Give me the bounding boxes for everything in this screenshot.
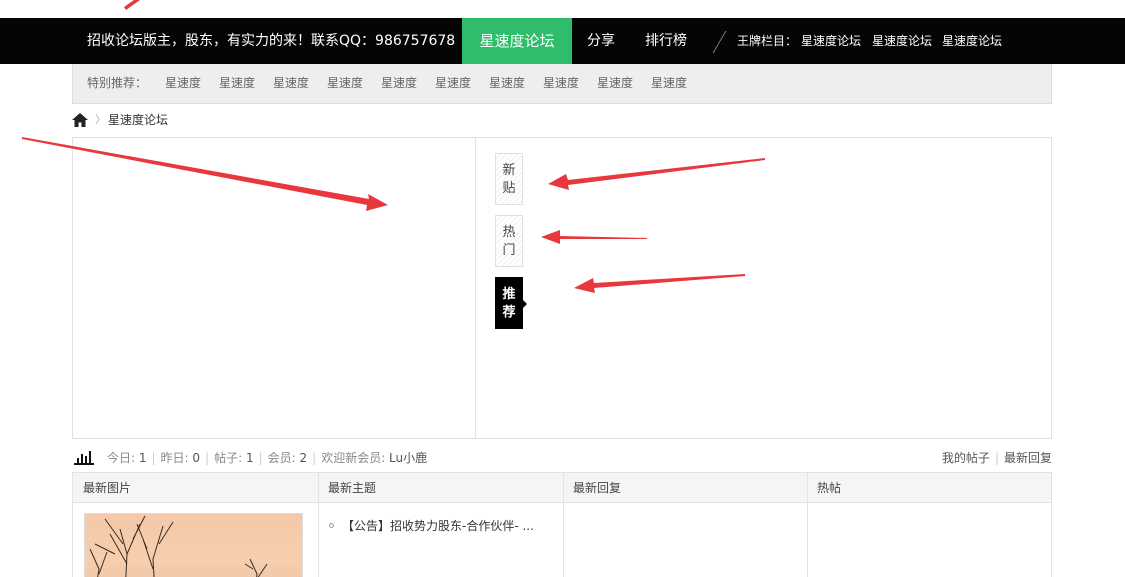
forum-stats-bar: 今日: 1 | 昨日: 0 | 帖子: 1 | 会员: 2 | 欢迎新会员: Lu小鹿 我的帖子…: [72, 448, 1052, 468]
stat-yesterday: 0: [192, 451, 201, 465]
stat-posts: 1: [245, 451, 254, 465]
featured-bar: 特别推荐： 星速度 星速度 星速度 星速度 星速度 星速度 星速度 星速度 星速…: [72, 64, 1052, 104]
latest-replies-link[interactable]: 最新回复: [1004, 451, 1052, 465]
column-header-latest-images: 最新图片: [83, 481, 132, 495]
stat-members: 2: [299, 451, 308, 465]
latest-image-thumbnail[interactable]: [84, 513, 303, 577]
new-member-link[interactable]: Lu小鹿: [389, 451, 427, 465]
nav-item-forum[interactable]: 星速度论坛: [462, 18, 572, 64]
tab-new-posts[interactable]: 新 贴: [495, 153, 523, 205]
featured-link[interactable]: 星速度: [543, 64, 579, 102]
nav-item-ranking[interactable]: 排行榜: [645, 18, 687, 64]
latest-content-table: 最新图片 最新主题 最新回复 热帖 【公告】招收势力股东-合作伙伴- ...: [72, 472, 1052, 577]
home-icon[interactable]: [72, 113, 88, 127]
bullet-icon: [329, 523, 334, 528]
featured-link[interactable]: 星速度: [327, 64, 363, 102]
bar-chart-icon: [74, 451, 94, 465]
tree-branches-image: [89, 515, 268, 577]
breadcrumb-separator-icon: 〉: [95, 113, 106, 126]
topic-list-item[interactable]: 【公告】招收势力股东-合作伙伴- ...: [329, 517, 534, 534]
column-header-latest-topics: 最新主题: [328, 481, 377, 495]
featured-link[interactable]: 星速度: [381, 64, 417, 102]
recruit-promo-text[interactable]: 招收论坛版主，股东，有实力的来！联系QQ：986757678: [87, 18, 455, 64]
ace-columns-label: 王牌栏目：: [737, 34, 798, 48]
featured-link[interactable]: 星速度: [651, 64, 687, 102]
ace-column-link[interactable]: 星速度论坛: [801, 18, 861, 64]
column-divider: [563, 473, 564, 577]
featured-link[interactable]: 星速度: [273, 64, 309, 102]
stats-right-links: 我的帖子 | 最新回复: [941, 451, 1052, 465]
column-header-latest-replies: 最新回复: [573, 481, 622, 495]
ace-column-link[interactable]: 星速度论坛: [872, 18, 932, 64]
breadcrumb-current[interactable]: 星速度论坛: [108, 110, 168, 130]
forum-main-panel: [72, 137, 1052, 439]
featured-label: 特别推荐：: [87, 76, 148, 90]
nav-separator: [712, 31, 727, 53]
featured-link[interactable]: 星速度: [597, 64, 633, 102]
featured-link[interactable]: 星速度: [219, 64, 255, 102]
featured-link[interactable]: 星速度: [435, 64, 471, 102]
column-header-hot-posts: 热帖: [817, 481, 842, 495]
tab-hot[interactable]: 热 门: [495, 215, 523, 267]
ace-column-link[interactable]: 星速度论坛: [942, 18, 1002, 64]
nav-item-share[interactable]: 分享: [587, 18, 615, 64]
topic-title[interactable]: 【公告】招收势力股东-合作伙伴- ...: [342, 519, 534, 533]
featured-link[interactable]: 星速度: [165, 64, 201, 102]
stats-line: 今日: 1 | 昨日: 0 | 帖子: 1 | 会员: 2 | 欢迎新会员: Lu小鹿: [107, 451, 428, 465]
stat-today: 1: [138, 451, 147, 465]
annotation-stroke: [124, 0, 140, 10]
column-divider: [318, 473, 319, 577]
tab-recommend[interactable]: 推 荐: [495, 277, 527, 329]
top-nav-bar: 招收论坛版主，股东，有实力的来！联系QQ：986757678 星速度论坛 分享 …: [0, 18, 1125, 64]
featured-link[interactable]: 星速度: [489, 64, 525, 102]
column-divider: [807, 473, 808, 577]
my-posts-link[interactable]: 我的帖子: [942, 451, 990, 465]
panel-divider: [475, 138, 476, 438]
table-header: 最新图片 最新主题 最新回复 热帖: [73, 473, 1051, 503]
